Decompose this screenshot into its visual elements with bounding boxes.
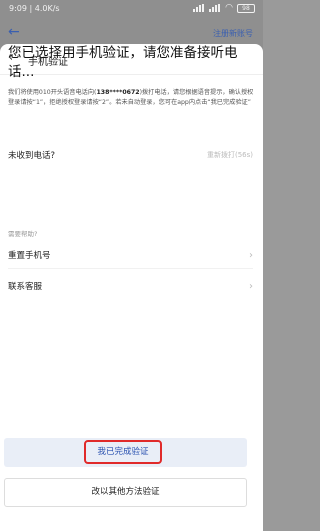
status-bar: 9:09 | 4.0K/s ◠ 98 bbox=[0, 0, 263, 20]
verification-done-button[interactable]: 我已完成验证 bbox=[84, 440, 162, 464]
signal-icon bbox=[193, 4, 205, 12]
help-item-contact-support[interactable]: 联系客服 › bbox=[8, 276, 253, 296]
help-item-reset-phone[interactable]: 重置手机号 › bbox=[8, 245, 253, 265]
masked-phone: 138****0672 bbox=[96, 89, 140, 96]
redial-countdown[interactable]: 重新拨打(56s) bbox=[207, 150, 253, 160]
chevron-right-icon: › bbox=[249, 249, 253, 261]
description: 我们将使用010开头语音电话向(138****0672)拨打电话，请您根据语音提… bbox=[8, 88, 256, 108]
help-divider bbox=[8, 268, 253, 269]
wifi-icon: ◠ bbox=[225, 3, 233, 13]
signal-icon-2 bbox=[209, 4, 221, 12]
battery-icon: 98 bbox=[237, 3, 255, 13]
headline: 您已选择用手机验证，请您准备接听电话... bbox=[8, 45, 238, 80]
register-link: 注册新账号 bbox=[213, 29, 253, 38]
status-icons: ◠ 98 bbox=[193, 3, 255, 13]
help-item-label: 重置手机号 bbox=[8, 251, 51, 261]
other-method-button[interactable]: 改以其他方法验证 bbox=[4, 478, 247, 507]
background-nav: ← 注册新账号 bbox=[0, 22, 263, 46]
no-call-row: 未收到电话? 重新拨打(56s) bbox=[8, 145, 253, 165]
status-time: 9:09 | 4.0K/s bbox=[9, 4, 60, 13]
description-part1: 我们将使用010开头语音电话向( bbox=[8, 89, 97, 96]
help-item-label: 联系客服 bbox=[8, 282, 43, 292]
help-title: 需要帮助? bbox=[8, 230, 38, 238]
chevron-right-icon: › bbox=[249, 280, 253, 292]
background-back-icon: ← bbox=[8, 24, 20, 40]
no-call-label: 未收到电话? bbox=[8, 151, 56, 161]
